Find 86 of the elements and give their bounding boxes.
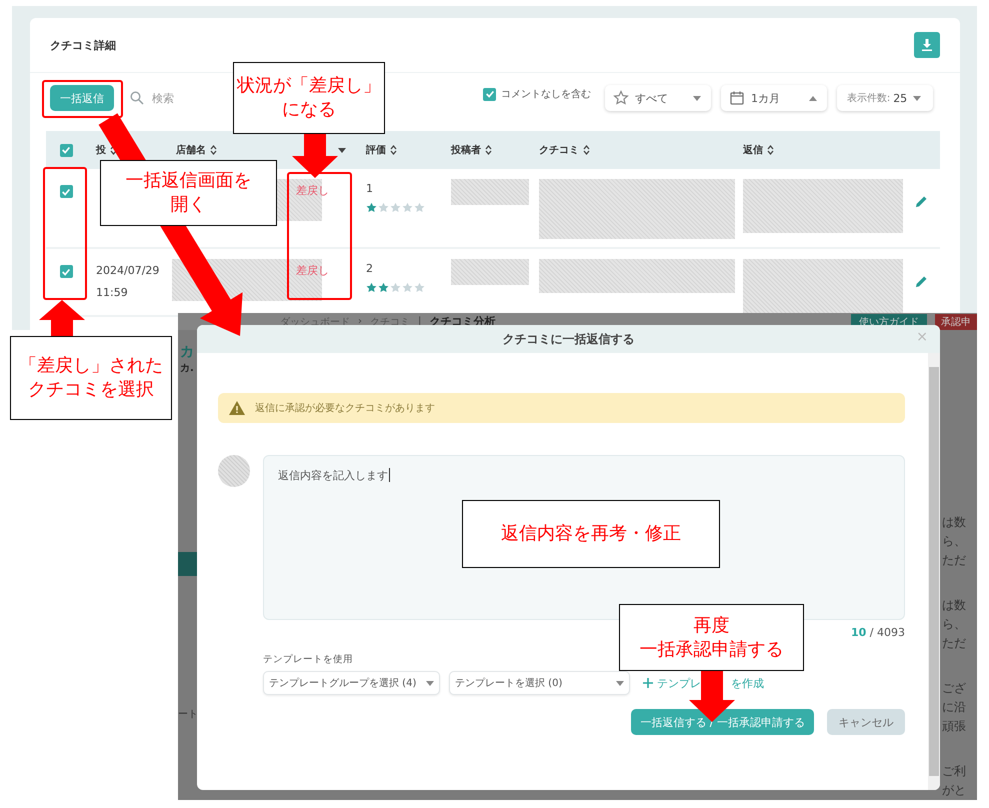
background-text: は数	[942, 597, 966, 614]
approval-button[interactable]: 承認申	[935, 314, 977, 330]
arrow	[292, 134, 338, 178]
annotation-text: 返信内容を再考・修正	[501, 522, 681, 546]
column-header[interactable]: 評価	[366, 143, 386, 157]
avatar	[218, 455, 250, 487]
background-text: に沿	[942, 699, 966, 716]
star-icon	[378, 282, 389, 293]
logo-text: カ	[180, 343, 194, 361]
annotation-text: クチコミを選択	[28, 378, 154, 402]
column-header[interactable]: 投稿者	[451, 143, 481, 157]
warning-text: 返信に承認が必要なクチコミがあります	[255, 402, 435, 415]
star-icon	[402, 282, 413, 293]
download-icon	[921, 39, 933, 51]
rating-cell-text: 2	[366, 261, 374, 277]
checkbox[interactable]	[60, 265, 72, 278]
menu-bar	[178, 552, 198, 576]
search-icon	[130, 91, 144, 105]
checkbox[interactable]	[60, 185, 72, 198]
period-filter-dropdown[interactable]: 1カ月	[721, 85, 827, 111]
star-icon	[414, 282, 425, 293]
status-cell: 差戻し	[296, 184, 329, 197]
annotation-text: 開く	[170, 193, 206, 217]
character-counter: 10 / 4093	[850, 626, 905, 639]
dialog-title: クチコミに一括返信する	[502, 330, 634, 348]
background-text: は数	[942, 514, 966, 531]
caret-icon	[693, 96, 701, 100]
sort-icon	[390, 145, 397, 155]
rating-filter-dropdown[interactable]: すべて	[605, 85, 711, 111]
checkbox[interactable]	[483, 88, 496, 100]
sort-icon	[767, 145, 774, 155]
template-dropdown[interactable]: テンプレートを選択 (0)	[449, 671, 630, 695]
template-label: テンプレートを使用	[263, 653, 354, 666]
arrow	[39, 300, 85, 338]
background-text: ただ	[942, 552, 966, 569]
background-text: ら、	[942, 616, 966, 633]
status-cell: 差戻し	[296, 264, 329, 277]
star-icon	[414, 202, 425, 213]
annotation-text: 一括承認申請する	[640, 638, 784, 662]
star-icon	[366, 282, 377, 293]
template-group-dropdown[interactable]: テンプレートグループを選択 (4)	[263, 671, 440, 695]
checkbox[interactable]	[60, 144, 72, 156]
annotation-text: 一括返信画面を	[126, 169, 252, 193]
caret-icon	[809, 96, 817, 100]
caret-icon	[913, 96, 922, 100]
rating-cell-text: 1	[366, 181, 374, 197]
column-header[interactable]: 店舗名	[176, 143, 206, 157]
breadcrumb-separator: ›	[358, 316, 362, 327]
page-size-dropdown[interactable]: 表示件数: 25	[837, 85, 933, 111]
background-text: ただ	[942, 635, 966, 652]
column-header[interactable]: 返信	[743, 143, 763, 157]
star-icon	[366, 202, 377, 213]
calendar-icon	[729, 90, 745, 106]
caret-icon	[426, 680, 434, 686]
column-header[interactable]: 投	[96, 143, 106, 157]
sort-icon	[210, 145, 217, 155]
scrollbar[interactable]	[928, 353, 940, 790]
plus-icon	[643, 678, 653, 688]
column-header[interactable]: クチコミ	[539, 143, 579, 157]
annotation-text: になる	[282, 98, 336, 122]
warning-icon	[229, 401, 245, 415]
download-button[interactable]	[914, 32, 940, 58]
star-icon	[402, 202, 413, 213]
background-text: ら、	[942, 533, 966, 550]
background-text: ござ	[942, 680, 966, 697]
caret-icon	[616, 680, 624, 686]
annotation-text: 状況が「差戻し」	[237, 74, 381, 98]
logo-subtext: カ.	[180, 362, 194, 375]
star-icon	[613, 90, 629, 106]
date-cell: 2024/07/29 11:59	[96, 264, 160, 299]
caret-icon[interactable]	[338, 148, 346, 152]
background-text: 頑張	[942, 718, 966, 735]
checkbox-label: コメントなしを含む	[501, 88, 591, 101]
star-icon	[390, 282, 401, 293]
background-text: ート	[178, 708, 198, 721]
card-title: クチコミ詳細	[50, 38, 116, 52]
background-text: がと	[942, 782, 966, 799]
star-icon	[378, 202, 389, 213]
sort-icon	[583, 145, 590, 155]
cancel-button[interactable]: キャンセル	[827, 709, 905, 735]
annotation-text: 「差戻し」された	[19, 354, 163, 378]
sort-icon	[485, 145, 492, 155]
pencil-icon[interactable]	[915, 195, 928, 208]
star-icon	[390, 202, 401, 213]
background-text: ご利	[942, 763, 966, 780]
pencil-icon[interactable]	[915, 275, 928, 288]
